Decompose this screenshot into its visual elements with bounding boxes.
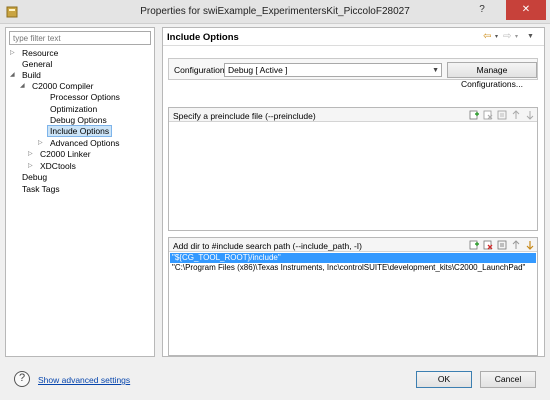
- add-icon[interactable]: [469, 110, 479, 120]
- preinclude-group: Specify a preinclude file (--preinclude): [168, 107, 538, 231]
- chevron-down-icon: ▼: [432, 67, 439, 74]
- configuration-row: Configuration: Debug [ Active ] ▼ Manage…: [168, 58, 538, 89]
- window-title: Properties for swiExample_ExperimentersK…: [140, 6, 410, 17]
- tree-item-label: XDCtools: [40, 161, 76, 171]
- view-menu-icon[interactable]: ▼: [527, 31, 534, 43]
- configuration-select[interactable]: Debug [ Active ] ▼: [224, 63, 442, 77]
- include-path-row[interactable]: "${CG_TOOL_ROOT}/include": [170, 253, 536, 263]
- back-menu-icon[interactable]: ▾: [495, 31, 498, 43]
- configuration-value: Debug [ Active ]: [228, 65, 288, 75]
- help-icon[interactable]: ?: [14, 371, 30, 387]
- add-icon[interactable]: [469, 240, 479, 250]
- include-path-header: Add dir to #include search path (--inclu…: [169, 238, 537, 252]
- move-up-icon[interactable]: [511, 110, 521, 120]
- delete-icon[interactable]: [483, 240, 493, 250]
- move-up-icon[interactable]: [511, 240, 521, 250]
- tree-item-optimization[interactable]: Optimization: [40, 104, 99, 115]
- include-path-group: Add dir to #include search path (--inclu…: [168, 237, 538, 356]
- forward-arrow-icon[interactable]: ⇨: [503, 31, 511, 43]
- tree-item-label: Advanced Options: [50, 138, 120, 148]
- collapse-arrow-icon[interactable]: ◢: [10, 70, 18, 81]
- tree-item-label: Task Tags: [22, 184, 60, 194]
- tree-item-label: Include Options: [47, 125, 113, 137]
- include-path-title: Add dir to #include search path (--inclu…: [173, 241, 362, 251]
- tree-item-label: Debug Options: [50, 115, 107, 125]
- forward-menu-icon[interactable]: ▾: [515, 31, 518, 43]
- collapse-arrow-icon[interactable]: ◢: [20, 81, 28, 92]
- expand-arrow-icon[interactable]: ▷: [28, 161, 36, 172]
- tree-item-label: Optimization: [50, 104, 98, 114]
- expand-arrow-icon[interactable]: ▷: [38, 138, 46, 149]
- page-title: Include Options: [167, 32, 239, 43]
- tree-item-c2000-compiler[interactable]: ◢ C2000 Compiler: [20, 81, 95, 92]
- back-arrow-icon[interactable]: ⇦: [483, 31, 491, 43]
- page-header: Include Options ⇦ ▾ ⇨ ▾ ▼: [163, 28, 544, 46]
- tree-item-c2000-linker[interactable]: ▷ C2000 Linker: [28, 149, 93, 160]
- help-button[interactable]: ?: [470, 0, 494, 20]
- tree-item-label: C2000 Linker: [40, 149, 91, 159]
- tree-item-label: Resource: [22, 48, 59, 58]
- show-advanced-settings-link[interactable]: Show advanced settings: [38, 375, 130, 385]
- preinclude-header: Specify a preinclude file (--preinclude): [169, 108, 537, 122]
- tree-item-advanced-options[interactable]: ▷ Advanced Options: [38, 138, 121, 149]
- dialog-footer: ? Show advanced settings OK Cancel: [0, 360, 550, 400]
- cancel-button[interactable]: Cancel: [480, 371, 536, 388]
- tree-item-label: General: [22, 59, 53, 69]
- configuration-label: Configuration:: [174, 65, 227, 75]
- delete-icon[interactable]: [483, 110, 493, 120]
- title-bar: Properties for swiExample_ExperimentersK…: [0, 0, 550, 24]
- edit-icon[interactable]: [497, 240, 507, 250]
- expand-arrow-icon[interactable]: ▷: [10, 48, 18, 59]
- tree-item-label: Build: [22, 70, 41, 80]
- move-down-icon[interactable]: [525, 240, 535, 250]
- close-button[interactable]: ✕: [506, 0, 546, 20]
- edit-icon[interactable]: [497, 110, 507, 120]
- move-down-icon[interactable]: [525, 110, 535, 120]
- tree-item-xdctools[interactable]: ▷ XDCtools: [28, 161, 78, 172]
- expand-arrow-icon[interactable]: ▷: [28, 149, 36, 160]
- tree-item-task-tags[interactable]: Task Tags: [10, 184, 62, 195]
- ok-button[interactable]: OK: [416, 371, 472, 388]
- tree-item-resource[interactable]: ▷ Resource: [10, 48, 60, 59]
- sidebar: ▷ Resource General ◢ Build ◢ C2000 Compi…: [5, 27, 155, 357]
- tree-item-include-options[interactable]: Include Options: [40, 125, 113, 137]
- tree-item-label: C2000 Compiler: [32, 81, 94, 91]
- tree-item-label: Processor Options: [50, 92, 120, 102]
- filter-input[interactable]: [9, 31, 151, 45]
- preinclude-title: Specify a preinclude file (--preinclude): [173, 111, 316, 121]
- tree-item-label: Debug: [22, 172, 48, 182]
- tree-item-debug[interactable]: Debug: [10, 172, 49, 183]
- main-panel: Include Options ⇦ ▾ ⇨ ▾ ▼ Configuration:…: [162, 27, 545, 357]
- manage-configurations-button[interactable]: Manage Configurations...: [447, 62, 537, 89]
- tree-item-general[interactable]: General: [10, 59, 54, 70]
- tree-item-build[interactable]: ◢ Build: [10, 70, 43, 81]
- include-path-row[interactable]: "C:\Program Files (x86)\Texas Instrument…: [170, 263, 536, 273]
- tree-item-processor-options[interactable]: Processor Options: [40, 92, 122, 103]
